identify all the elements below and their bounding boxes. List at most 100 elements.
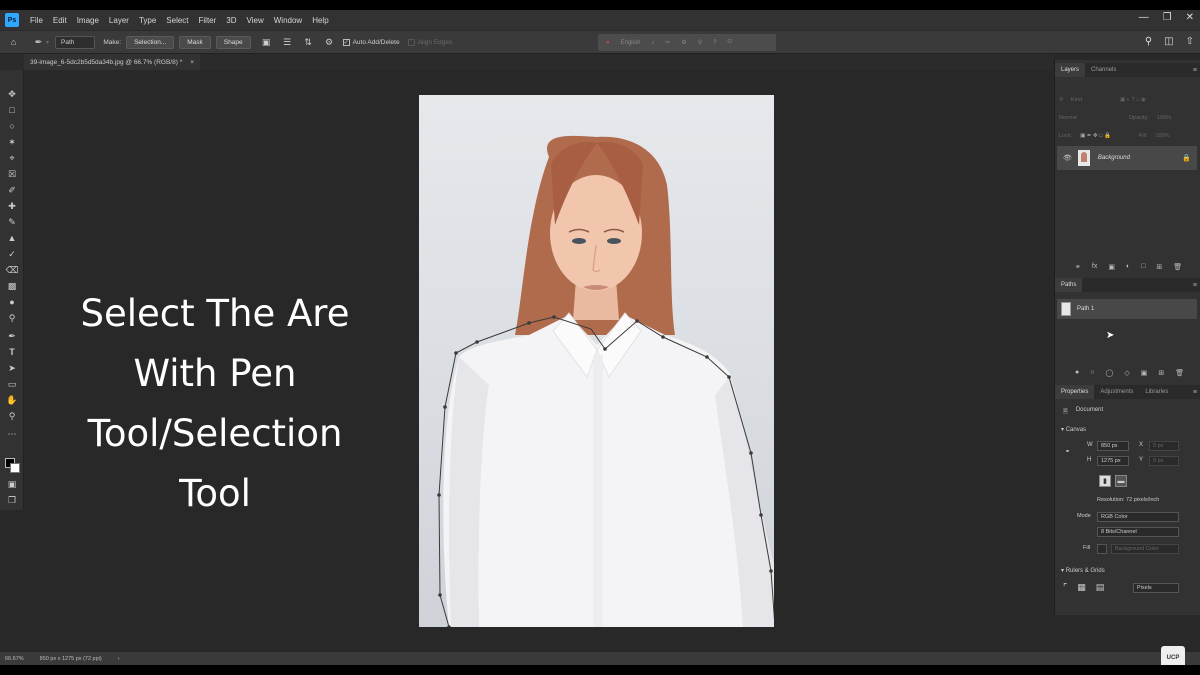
layer-row-background[interactable]: 👁 Background 🔒	[1057, 146, 1197, 170]
help-icon[interactable]: ?	[713, 40, 716, 46]
lock-icon[interactable]: 🔒	[1182, 154, 1191, 162]
tab-layers[interactable]: Layers	[1055, 63, 1086, 77]
canvas-area[interactable]: Select The Are With Pen Tool/Selection T…	[25, 70, 1054, 652]
load-selection-icon[interactable]: ◯	[1105, 369, 1113, 379]
hand-tool-icon[interactable]: ✋	[5, 394, 19, 406]
y-field[interactable]: 0 px	[1149, 456, 1179, 466]
path-arrangement-icon[interactable]: ⇅	[303, 37, 314, 48]
zoom-icon[interactable]: ⚲	[698, 39, 702, 46]
zoom-tool-icon[interactable]: ⚲	[5, 410, 19, 422]
brush-tool-icon[interactable]: ✎	[5, 216, 19, 228]
landscape-icon[interactable]: ▬	[1115, 475, 1127, 487]
document-tab[interactable]: 39-image_6-5dc2b5d5da34b.jpg @ 66.7% (RG…	[24, 54, 201, 70]
type-tool-icon[interactable]: T	[5, 346, 19, 358]
fx-icon[interactable]: fx	[1092, 263, 1097, 273]
tab-paths[interactable]: Paths	[1055, 278, 1083, 292]
tab-close-icon[interactable]: ×	[190, 59, 194, 66]
gradient-tool-icon[interactable]: ▩	[5, 280, 19, 292]
menu-3d[interactable]: 3D	[221, 16, 241, 25]
mask-button[interactable]: Mask	[179, 35, 211, 49]
fill-select[interactable]: Background Color	[1111, 544, 1179, 554]
add-mask-icon[interactable]: ▣	[1108, 263, 1115, 273]
search-icon[interactable]: ⚲	[1059, 97, 1063, 103]
close-icon[interactable]: ✕	[1186, 12, 1194, 23]
pen-tool-active-icon[interactable]: ✒	[5, 330, 19, 342]
menu-layer[interactable]: Layer	[104, 16, 134, 25]
blend-mode-select[interactable]: Normal	[1059, 115, 1077, 121]
more-tools-icon[interactable]: ⋯	[5, 428, 19, 440]
crop-tool-icon[interactable]: ⌖	[5, 152, 19, 164]
menu-window[interactable]: Window	[269, 16, 307, 25]
bit-depth-select[interactable]: 8 Bits/Channel	[1097, 527, 1179, 537]
stamp-tool-icon[interactable]: ▲	[5, 232, 19, 244]
marquee-tool-icon[interactable]: □	[5, 104, 19, 116]
grid-icon[interactable]: ▦	[1077, 582, 1086, 593]
recorder-icon[interactable]: ●	[606, 40, 610, 46]
menu-edit[interactable]: Edit	[48, 16, 72, 25]
status-arrow-icon[interactable]: ›	[118, 656, 120, 662]
menu-select[interactable]: Select	[161, 16, 193, 25]
frame-tool-icon[interactable]: ☒	[5, 168, 19, 180]
guides-icon[interactable]: ▤	[1096, 582, 1105, 593]
align-edges-checkbox[interactable]	[407, 38, 415, 46]
power-icon[interactable]: ⏻	[727, 39, 732, 46]
panel-menu-icon[interactable]: ≡	[1193, 67, 1197, 74]
blur-tool-icon[interactable]: ●	[5, 296, 19, 308]
panel-menu-icon[interactable]: ≡	[1193, 282, 1197, 289]
healing-tool-icon[interactable]: ✚	[5, 200, 19, 212]
gear-icon[interactable]: ⚙	[324, 37, 335, 48]
stroke-path-icon[interactable]: ○	[1090, 369, 1094, 379]
tab-channels[interactable]: Channels	[1085, 63, 1122, 77]
menu-image[interactable]: Image	[72, 16, 104, 25]
adjustment-icon[interactable]: ◐	[1126, 263, 1130, 273]
opacity-value[interactable]: 100%	[1157, 115, 1171, 121]
tab-properties[interactable]: Properties	[1055, 385, 1095, 399]
quick-mask-icon[interactable]: ▣	[5, 478, 19, 490]
eye-icon[interactable]: 👁	[1063, 154, 1072, 162]
lock-icons[interactable]: ▣ ✒ ✥ □ 🔒	[1080, 133, 1111, 139]
workspace-icon[interactable]: ◫	[1164, 36, 1173, 47]
chevron-down-icon[interactable]: ▾	[46, 39, 49, 46]
menu-file[interactable]: File	[25, 16, 48, 25]
path-operations-icon[interactable]: ▣	[261, 37, 272, 48]
background-color-swatch[interactable]	[10, 463, 20, 473]
layer-kind-filter[interactable]: Kind	[1071, 97, 1082, 103]
ruler-icon[interactable]: ⌜	[1063, 582, 1067, 593]
menu-view[interactable]: View	[242, 16, 269, 25]
path-mode-select[interactable]: Path	[55, 35, 96, 49]
menu-type[interactable]: Type	[134, 16, 161, 25]
document-canvas[interactable]	[419, 95, 774, 627]
settings-icon[interactable]: ⚙	[681, 39, 686, 46]
share-icon[interactable]: ⇧	[1186, 36, 1194, 47]
shape-button[interactable]: Shape	[215, 35, 251, 49]
search-icon[interactable]: ⚲	[1145, 36, 1152, 47]
link-dimensions-icon[interactable]: ⚭	[1065, 448, 1070, 455]
dodge-tool-icon[interactable]: ⚲	[5, 312, 19, 324]
maximize-icon[interactable]: ❐	[1163, 12, 1172, 23]
scissors-icon[interactable]: ✂	[665, 39, 670, 46]
portrait-icon[interactable]: ▮	[1099, 475, 1111, 487]
canvas-section-label[interactable]: ▾ Canvas	[1061, 426, 1086, 433]
group-icon[interactable]: □	[1141, 263, 1145, 273]
home-icon[interactable]: ⌂	[8, 37, 19, 48]
quick-select-tool-icon[interactable]: ✶	[5, 136, 19, 148]
eyedropper-tool-icon[interactable]: ✐	[5, 184, 19, 196]
path-row[interactable]: Path 1	[1057, 299, 1197, 319]
auto-add-delete-checkbox[interactable]: ✓	[342, 38, 350, 46]
trash-icon[interactable]: 🗑	[1175, 369, 1184, 379]
minimize-icon[interactable]: —	[1139, 12, 1149, 23]
width-field[interactable]: 850 px	[1097, 441, 1129, 451]
path-alignment-icon[interactable]: ☰	[282, 37, 293, 48]
microphone-icon[interactable]: ♪	[651, 40, 654, 46]
x-field[interactable]: 0 px	[1149, 441, 1179, 451]
lasso-tool-icon[interactable]: ○	[5, 120, 19, 132]
height-field[interactable]: 1275 px	[1097, 456, 1129, 466]
add-mask-icon[interactable]: ▣	[1141, 369, 1148, 379]
menu-help[interactable]: Help	[307, 16, 333, 25]
screen-mode-icon[interactable]: ❐	[5, 494, 19, 506]
link-icon[interactable]: ⚭	[1075, 263, 1081, 273]
panel-menu-icon[interactable]: ≡	[1193, 389, 1197, 396]
new-path-icon[interactable]: ⊞	[1158, 369, 1164, 379]
history-brush-tool-icon[interactable]: ✓	[5, 248, 19, 260]
fill-path-icon[interactable]: ●	[1075, 369, 1079, 379]
